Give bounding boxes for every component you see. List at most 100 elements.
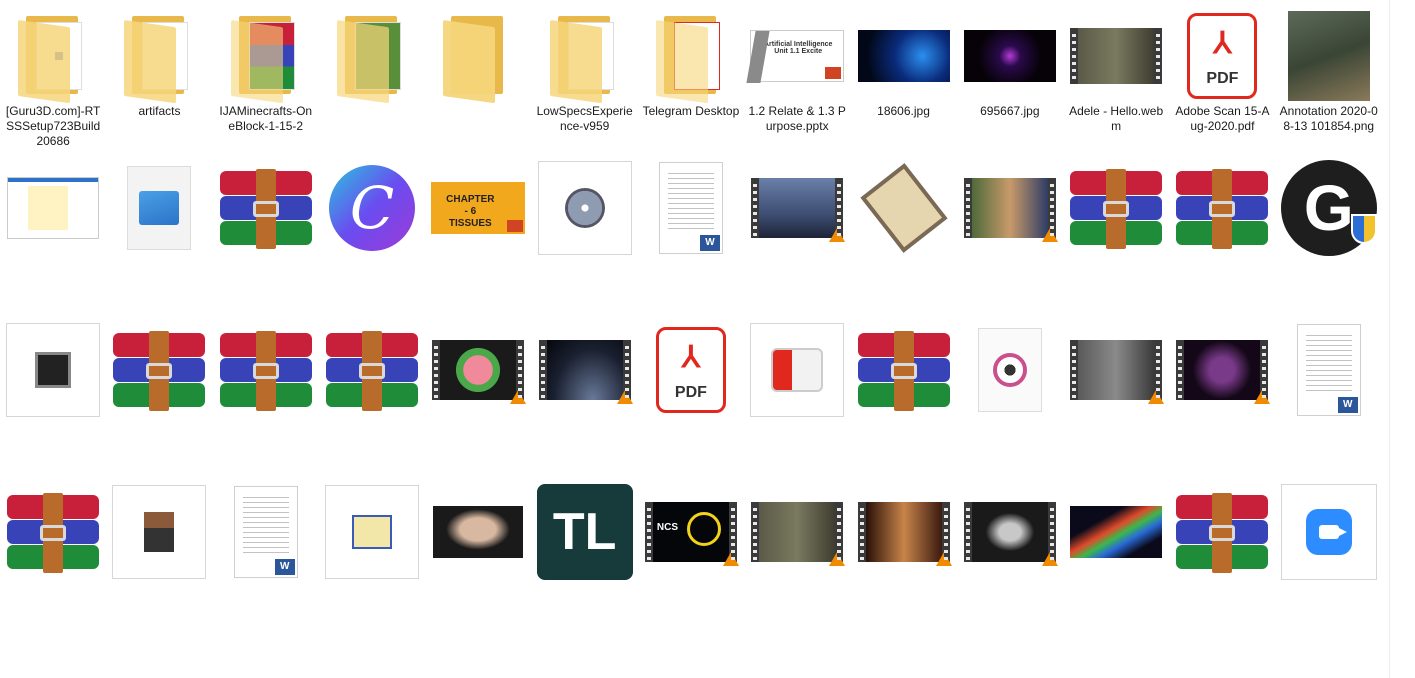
file-item[interactable]: Artificial Intelligence Unit 1.1 Excite … bbox=[744, 0, 850, 156]
zoom-icon bbox=[1280, 484, 1377, 580]
file-item[interactable]: ⅄ PDF bbox=[638, 318, 744, 480]
file-item[interactable]: Annotation 2020-08-13 101854.png bbox=[1276, 0, 1382, 156]
canva-icon: C bbox=[324, 160, 420, 256]
file-item[interactable]: W bbox=[213, 480, 319, 678]
video-thumbnail bbox=[1068, 8, 1164, 104]
video-thumbnail bbox=[749, 160, 846, 256]
file-item[interactable]: G bbox=[1276, 156, 1382, 318]
pdf-text: PDF bbox=[1206, 70, 1239, 87]
winrar-icon bbox=[324, 322, 420, 418]
file-item[interactable]: 695667.jpg bbox=[957, 0, 1063, 156]
file-item[interactable] bbox=[1169, 318, 1275, 480]
winrar-icon bbox=[218, 160, 314, 256]
pptx-thumbnail: Artificial Intelligence Unit 1.1 Excite bbox=[746, 8, 845, 104]
file-item[interactable] bbox=[0, 480, 106, 678]
video-thumbnail bbox=[749, 484, 846, 580]
folder-icon bbox=[643, 8, 739, 104]
file-item[interactable] bbox=[957, 156, 1063, 318]
canva-letter: C bbox=[329, 165, 416, 251]
winrar-icon bbox=[111, 322, 207, 418]
file-item[interactable] bbox=[531, 156, 637, 318]
ncs-text: NCS bbox=[656, 522, 679, 533]
file-item[interactable] bbox=[850, 156, 956, 318]
folder-item[interactable] bbox=[319, 0, 425, 156]
chapter-text: CHAPTER - 6 TISSUES bbox=[446, 194, 495, 229]
installer-icon bbox=[324, 484, 420, 580]
pdf-text: PDF bbox=[674, 384, 707, 401]
audio-file-icon bbox=[962, 322, 1058, 418]
file-item[interactable] bbox=[744, 480, 850, 678]
file-item[interactable] bbox=[106, 480, 212, 678]
file-label: Adobe Scan 15-Aug-2020.pdf bbox=[1175, 104, 1270, 133]
file-label: Adele - Hello.webm bbox=[1069, 104, 1164, 133]
file-item[interactable]: W bbox=[1276, 318, 1382, 480]
pptx-thumbnail: CHAPTER - 6 TISSUES bbox=[430, 160, 526, 256]
folder-icon bbox=[111, 8, 207, 104]
file-item[interactable] bbox=[744, 156, 850, 318]
image-file-icon bbox=[111, 160, 207, 256]
file-item[interactable] bbox=[106, 156, 212, 318]
file-item[interactable]: 18606.jpg bbox=[850, 0, 956, 156]
file-item[interactable] bbox=[1276, 480, 1382, 678]
paper-item-icon bbox=[856, 160, 952, 256]
folder-item[interactable]: artifacts bbox=[106, 0, 212, 156]
video-thumbnail bbox=[1068, 322, 1165, 418]
word-badge: W bbox=[274, 559, 295, 575]
app-icon bbox=[749, 322, 845, 418]
file-item[interactable]: Adele - Hello.webm bbox=[1063, 0, 1169, 156]
folder-icon bbox=[218, 8, 314, 104]
file-label: 18606.jpg bbox=[877, 104, 930, 118]
file-item[interactable] bbox=[0, 318, 106, 480]
file-item[interactable] bbox=[1169, 156, 1275, 318]
winrar-icon bbox=[218, 322, 314, 418]
installer-icon bbox=[5, 322, 101, 418]
folder-item[interactable]: Telegram Desktop bbox=[638, 0, 744, 156]
folder-item[interactable] bbox=[425, 0, 531, 156]
file-item[interactable]: C bbox=[319, 156, 425, 318]
screenshot-thumbnail bbox=[5, 160, 101, 256]
file-item[interactable]: NCS bbox=[638, 480, 744, 678]
file-item[interactable] bbox=[1063, 318, 1169, 480]
file-item[interactable]: W bbox=[638, 156, 744, 318]
file-label: [Guru3D.com]-RTSSSetup723Build20686 bbox=[5, 104, 101, 148]
file-item[interactable]: TL bbox=[531, 480, 637, 678]
winrar-icon bbox=[1174, 484, 1270, 580]
folder-icon bbox=[324, 8, 420, 104]
file-item[interactable] bbox=[106, 318, 212, 480]
file-item[interactable]: ⅄ PDF Adobe Scan 15-Aug-2020.pdf bbox=[1169, 0, 1275, 156]
folder-item[interactable]: [Guru3D.com]-RTSSSetup723Build20686 bbox=[0, 0, 106, 156]
file-item[interactable] bbox=[957, 318, 1063, 480]
folder-item[interactable]: LowSpecsExperience-v959 bbox=[531, 0, 637, 156]
logitech-g-icon: G bbox=[1280, 160, 1377, 256]
file-item[interactable] bbox=[425, 480, 531, 678]
file-item[interactable] bbox=[319, 480, 425, 678]
image-thumbnail bbox=[1281, 8, 1377, 104]
file-label: Telegram Desktop bbox=[642, 104, 740, 118]
pdf-icon: ⅄ PDF bbox=[1174, 8, 1270, 104]
file-item[interactable] bbox=[319, 318, 425, 480]
folder-item[interactable]: IJAMinecrafts-OneBlock-1-15-2 bbox=[213, 0, 319, 156]
winrar-icon bbox=[5, 484, 101, 580]
file-item[interactable] bbox=[0, 156, 106, 318]
file-item[interactable] bbox=[531, 318, 637, 480]
file-label: 1.2 Relate & 1.3 Purpose.pptx bbox=[748, 104, 846, 133]
video-thumbnail bbox=[1174, 322, 1271, 418]
tl-text: TL bbox=[536, 484, 633, 580]
installer-icon bbox=[111, 484, 207, 580]
image-thumbnail bbox=[856, 8, 952, 104]
file-item[interactable] bbox=[1063, 480, 1169, 678]
file-item[interactable] bbox=[850, 480, 956, 678]
video-thumbnail bbox=[962, 484, 1058, 580]
file-item[interactable] bbox=[744, 318, 850, 480]
image-thumbnail bbox=[430, 484, 526, 580]
image-thumbnail bbox=[1068, 484, 1164, 580]
file-item[interactable]: CHAPTER - 6 TISSUES bbox=[425, 156, 531, 318]
file-item[interactable] bbox=[850, 318, 956, 480]
file-item[interactable] bbox=[425, 318, 531, 480]
file-item[interactable] bbox=[1169, 480, 1275, 678]
file-item[interactable] bbox=[957, 480, 1063, 678]
file-item[interactable] bbox=[213, 156, 319, 318]
file-item[interactable] bbox=[1063, 156, 1169, 318]
file-item[interactable] bbox=[213, 318, 319, 480]
vertical-scrollbar[interactable] bbox=[1389, 0, 1415, 678]
